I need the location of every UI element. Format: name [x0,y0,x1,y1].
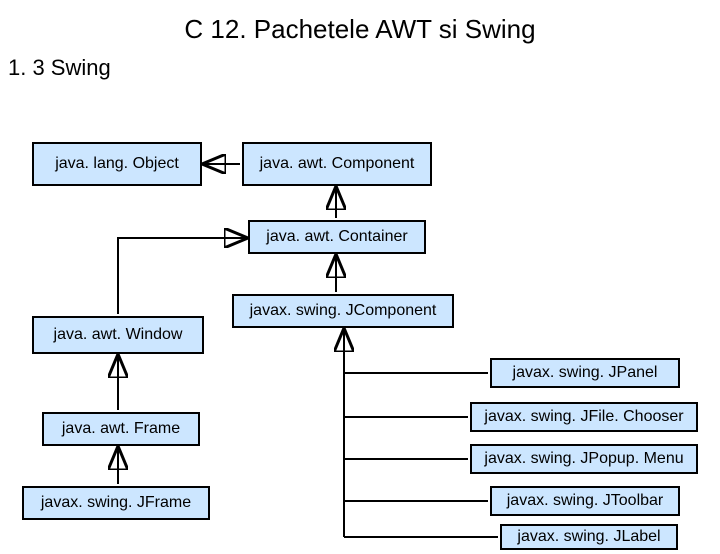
node-jtoolbar: javax. swing. JToolbar [490,486,680,516]
node-object: java. lang. Object [32,142,202,186]
node-frame: java. awt. Frame [42,412,200,446]
node-jlabel: javax. swing. JLabel [500,524,678,550]
node-container: java. awt. Container [248,220,426,254]
node-window: java. awt. Window [32,316,204,354]
page-title: C 12. Pachetele AWT si Swing [0,14,720,45]
node-jcomponent: javax. swing. JComponent [232,294,454,328]
section-subtitle: 1. 3 Swing [8,55,720,81]
node-jpanel: javax. swing. JPanel [490,358,680,388]
node-jpopupmenu: javax. swing. JPopup. Menu [470,444,698,474]
node-jframe: javax. swing. JFrame [22,486,210,520]
node-component: java. awt. Component [242,142,432,186]
node-jfilechooser: javax. swing. JFile. Chooser [470,402,698,432]
